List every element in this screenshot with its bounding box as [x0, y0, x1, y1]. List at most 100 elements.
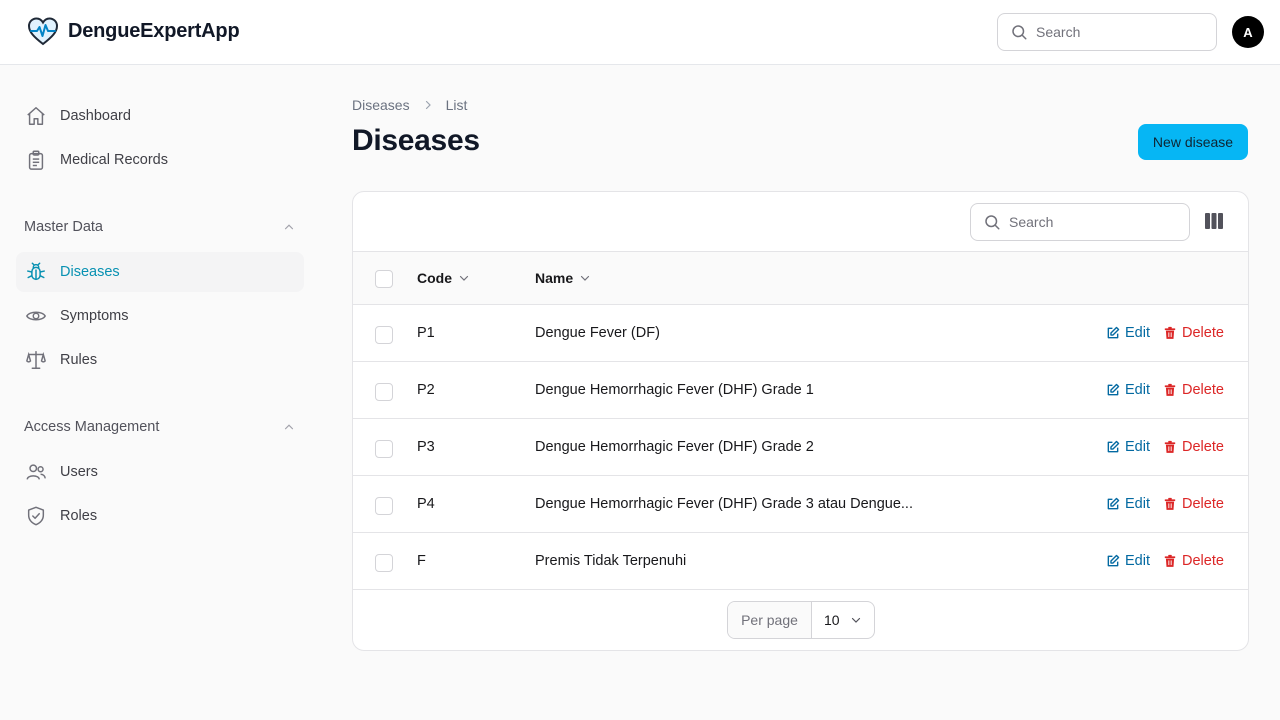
app-logo[interactable]: DengueExpertApp	[26, 15, 240, 47]
table-search[interactable]	[970, 203, 1190, 241]
edit-button[interactable]: Edit	[1106, 382, 1150, 398]
column-header-label: Name	[535, 270, 574, 286]
sidebar-item-label: Users	[60, 464, 98, 480]
edit-label: Edit	[1125, 382, 1150, 398]
edit-label: Edit	[1125, 439, 1150, 455]
group-access-management[interactable]: Access Management	[24, 419, 296, 435]
edit-icon	[1107, 383, 1120, 396]
edit-button[interactable]: Edit	[1106, 553, 1150, 569]
chevron-up-icon[interactable]	[282, 220, 296, 234]
cell-name: Dengue Hemorrhagic Fever (DHF) Grade 1	[535, 382, 814, 398]
group-label: Access Management	[24, 419, 160, 435]
delete-button[interactable]: Delete	[1163, 325, 1224, 341]
row-checkbox[interactable]	[375, 326, 393, 344]
delete-label: Delete	[1182, 439, 1224, 455]
select-all-checkbox[interactable]	[375, 270, 393, 288]
sidebar-item-rules[interactable]: Rules	[16, 340, 304, 380]
table-row[interactable]: P2 Dengue Hemorrhagic Fever (DHF) Grade …	[353, 362, 1248, 419]
new-disease-button[interactable]: New disease	[1138, 124, 1248, 160]
table-row[interactable]: P1 Dengue Fever (DF) Edit Delete	[353, 305, 1248, 362]
chevron-down-icon	[851, 617, 861, 623]
sidebar-item-users[interactable]: Users	[16, 452, 304, 492]
edit-icon	[1107, 440, 1120, 453]
global-search-input[interactable]	[1036, 24, 1196, 40]
sidebar-item-label: Symptoms	[60, 308, 129, 324]
delete-button[interactable]: Delete	[1163, 496, 1224, 512]
group-master-data[interactable]: Master Data	[24, 219, 296, 235]
table-row[interactable]: P3 Dengue Hemorrhagic Fever (DHF) Grade …	[353, 419, 1248, 476]
edit-label: Edit	[1125, 496, 1150, 512]
eye-icon	[24, 304, 48, 328]
cell-code: P1	[417, 325, 435, 341]
columns-toggle-icon[interactable]	[1205, 213, 1223, 229]
chevron-down-icon	[459, 275, 469, 281]
sidebar-item-label: Dashboard	[60, 108, 131, 124]
trash-icon	[1164, 554, 1176, 567]
global-search[interactable]	[997, 13, 1217, 51]
home-icon	[24, 104, 48, 128]
delete-label: Delete	[1182, 496, 1224, 512]
per-page-select[interactable]: 10	[812, 612, 874, 628]
edit-icon	[1107, 554, 1120, 567]
delete-label: Delete	[1182, 325, 1224, 341]
delete-button[interactable]: Delete	[1163, 439, 1224, 455]
table-row[interactable]: F Premis Tidak Terpenuhi Edit Delete	[353, 533, 1248, 590]
group-label: Master Data	[24, 219, 103, 235]
cell-name: Dengue Hemorrhagic Fever (DHF) Grade 2	[535, 439, 814, 455]
cell-code: P2	[417, 382, 435, 398]
sidebar-item-label: Roles	[60, 508, 98, 524]
trash-icon	[1164, 497, 1176, 510]
sidebar-item-roles[interactable]: Roles	[16, 496, 304, 536]
scale-icon	[24, 348, 48, 372]
edit-label: Edit	[1125, 325, 1150, 341]
diseases-table-card: Code Name P1 Dengue Fever (DF) Edit Dele…	[352, 191, 1249, 651]
chevron-up-icon[interactable]	[282, 420, 296, 434]
sidebar-item-medical-records[interactable]: Medical Records	[16, 140, 304, 180]
users-icon	[24, 460, 48, 484]
shield-check-icon	[24, 504, 48, 528]
column-header-label: Code	[417, 270, 452, 286]
chevron-right-icon	[422, 99, 434, 111]
cell-name: Premis Tidak Terpenuhi	[535, 553, 687, 569]
row-checkbox[interactable]	[375, 497, 393, 515]
edit-icon	[1107, 497, 1120, 510]
sidebar-item-label: Diseases	[60, 264, 120, 280]
edit-button[interactable]: Edit	[1106, 496, 1150, 512]
breadcrumb: Diseases List	[352, 97, 467, 113]
cell-code: F	[417, 553, 426, 569]
edit-button[interactable]: Edit	[1106, 325, 1150, 341]
brand-name: DengueExpertApp	[68, 19, 240, 42]
delete-button[interactable]: Delete	[1163, 553, 1224, 569]
delete-button[interactable]: Delete	[1163, 382, 1224, 398]
delete-label: Delete	[1182, 382, 1224, 398]
sidebar-item-dashboard[interactable]: Dashboard	[16, 96, 304, 136]
table-toolbar	[353, 192, 1248, 252]
table-header: Code Name	[353, 252, 1248, 305]
table-row[interactable]: P4 Dengue Hemorrhagic Fever (DHF) Grade …	[353, 476, 1248, 533]
cell-name: Dengue Hemorrhagic Fever (DHF) Grade 3 a…	[535, 496, 913, 512]
trash-icon	[1164, 326, 1176, 339]
row-checkbox[interactable]	[375, 554, 393, 572]
table-search-input[interactable]	[1009, 214, 1169, 230]
sidebar-item-label: Rules	[60, 352, 98, 368]
page-title: Diseases	[352, 124, 480, 157]
search-icon	[1012, 25, 1027, 40]
heart-pulse-icon	[27, 17, 59, 46]
breadcrumb-current: List	[445, 97, 468, 113]
top-bar: DengueExpertApp A	[0, 0, 1280, 65]
row-checkbox[interactable]	[375, 383, 393, 401]
column-header-code[interactable]: Code	[417, 270, 470, 286]
trash-icon	[1164, 440, 1176, 453]
sidebar-item-diseases[interactable]: Diseases	[16, 252, 304, 292]
user-avatar[interactable]: A	[1232, 16, 1264, 48]
edit-button[interactable]: Edit	[1106, 439, 1150, 455]
trash-icon	[1164, 383, 1176, 396]
row-checkbox[interactable]	[375, 440, 393, 458]
cell-name: Dengue Fever (DF)	[535, 325, 660, 341]
breadcrumb-link-diseases[interactable]: Diseases	[352, 97, 410, 113]
bug-icon	[24, 260, 48, 284]
cell-code: P3	[417, 439, 435, 455]
sidebar-item-symptoms[interactable]: Symptoms	[16, 296, 304, 336]
column-header-name[interactable]: Name	[535, 270, 591, 286]
edit-label: Edit	[1125, 553, 1150, 569]
